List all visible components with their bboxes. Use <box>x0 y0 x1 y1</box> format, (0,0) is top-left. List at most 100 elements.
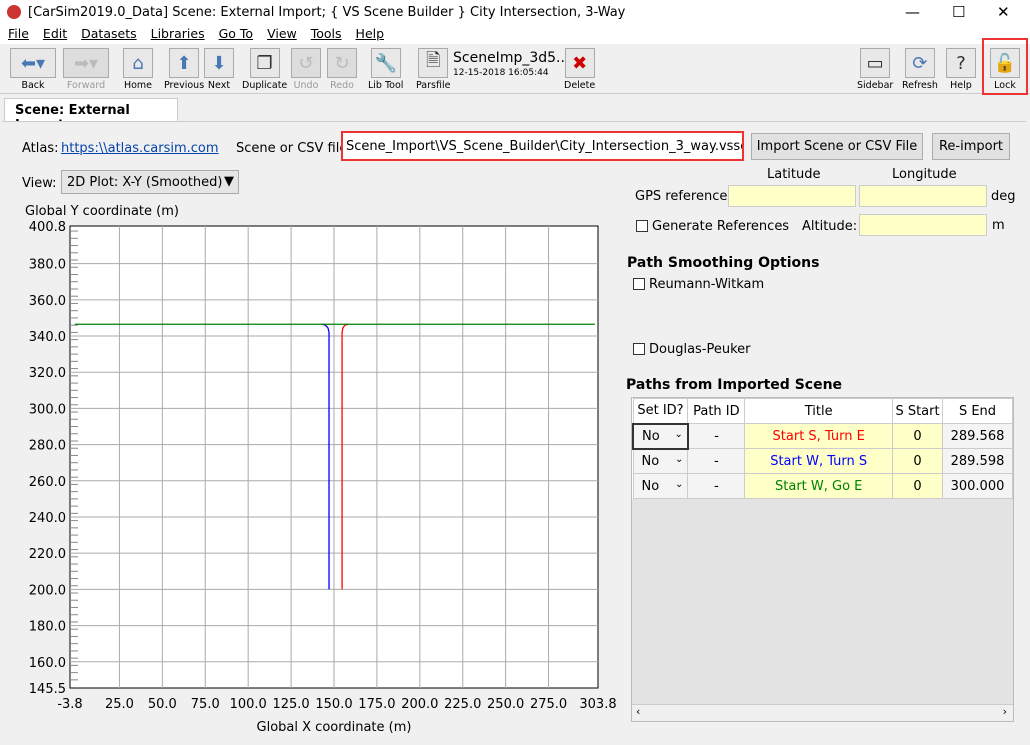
s-end: 289.568 <box>942 423 1013 449</box>
deg-unit: deg <box>991 189 1016 204</box>
table-row: No ⌄ - Start W, Go E 0 300.000 <box>632 473 1013 499</box>
help-icon: ? <box>946 48 976 78</box>
y-tick-label: 380.0 <box>29 258 66 273</box>
delete-x-icon: ✖ <box>564 48 595 78</box>
x-tick-label: 250.0 <box>487 697 524 712</box>
minimize-button[interactable]: — <box>905 3 920 21</box>
undo-icon: ↺ <box>291 48 321 78</box>
duplicate-button[interactable]: ❐ Duplicate <box>242 48 287 91</box>
lock-icon: 🔓 <box>990 48 1020 78</box>
path-title[interactable]: Start S, Turn E <box>744 423 894 449</box>
atlas-link[interactable]: https:\\atlas.carsim.com <box>61 141 219 156</box>
chevron-down-icon: ⌄ <box>675 453 684 465</box>
menu-view[interactable]: View <box>267 26 297 41</box>
previous-button[interactable]: ⬆ Previous <box>164 48 204 91</box>
lock-button[interactable]: 🔓 Lock <box>982 38 1028 95</box>
sidebar-button[interactable]: ▭ Sidebar <box>857 48 893 91</box>
col-s-start: S Start <box>892 398 943 424</box>
path-id: - <box>687 448 746 474</box>
import-scene-button[interactable]: Import Scene or CSV File <box>751 133 923 160</box>
y-tick-label: 160.0 <box>29 656 66 671</box>
y-tick-label: 400.8 <box>29 220 66 235</box>
reumann-witkam-label: Reumann-Witkam <box>649 277 765 292</box>
path-id: - <box>687 473 746 499</box>
menu-bar: File Edit Datasets Libraries Go To View Tools H… <box>0 26 1030 44</box>
s-start[interactable]: 0 <box>892 448 943 474</box>
x-axis-label: Global X coordinate (m) <box>257 720 412 735</box>
view-label: View: <box>22 176 57 191</box>
x-tick-label: 50.0 <box>148 697 177 712</box>
menu-goto[interactable]: Go To <box>219 26 253 41</box>
set-id-value: No <box>641 478 660 494</box>
menu-edit[interactable]: Edit <box>43 26 67 41</box>
back-arrow-icon: ⬅▾ <box>10 48 56 78</box>
reimport-button[interactable]: Re-import <box>932 133 1010 160</box>
close-button[interactable]: ✕ <box>997 3 1010 21</box>
menu-help[interactable]: Help <box>356 26 385 41</box>
set-id-select[interactable]: No ⌄ <box>632 448 689 474</box>
undo-button[interactable]: ↺ Undo <box>291 48 321 91</box>
home-button[interactable]: ⌂ Home <box>123 48 153 91</box>
generate-references-label: Generate References <box>652 219 790 234</box>
back-button[interactable]: ⬅▾ Back <box>10 48 56 91</box>
longitude-field[interactable] <box>859 185 987 207</box>
menu-libraries[interactable]: Libraries <box>151 26 205 41</box>
delete-button[interactable]: ✖ Delete <box>564 48 595 91</box>
y-tick-label: 240.0 <box>29 511 66 526</box>
redo-button[interactable]: ↻ Redo <box>327 48 357 91</box>
redo-icon: ↻ <box>327 48 357 78</box>
x-tick-label: 150.0 <box>315 697 352 712</box>
horizontal-scrollbar[interactable]: ‹ › <box>632 704 1013 721</box>
sidebar-icon: ▭ <box>860 48 891 78</box>
table-row: No ⌄ - Start S, Turn E 0 289.568 <box>632 422 1013 450</box>
paths-title: Paths from Imported Scene <box>626 377 843 393</box>
lib-tool-button[interactable]: 🔧 Lib Tool <box>368 48 403 91</box>
path-title[interactable]: Start W, Turn S <box>744 448 894 474</box>
col-title: Title <box>744 398 894 424</box>
path-title[interactable]: Start W, Go E <box>744 473 894 499</box>
checkbox-icon <box>633 278 645 290</box>
altitude-field[interactable] <box>859 214 987 236</box>
tab-scene-external-import[interactable]: Scene: External Import <box>4 98 178 133</box>
y-tick-label: 280.0 <box>29 439 66 454</box>
menu-tools[interactable]: Tools <box>311 26 342 41</box>
paths-grid: Set ID? Path ID Title S Start S End No ⌄ - Star… <box>631 397 1014 722</box>
y-tick-label: 200.0 <box>29 583 66 598</box>
reumann-witkam-checkbox[interactable]: Reumann-Witkam <box>633 277 764 292</box>
latitude-field[interactable] <box>728 185 856 207</box>
refresh-button[interactable]: ⟳ Refresh <box>902 48 938 91</box>
chevron-down-icon: ⌄ <box>675 478 684 490</box>
s-end: 300.000 <box>942 473 1013 499</box>
atlas-label: Atlas: <box>22 141 59 156</box>
y-tick-label: 220.0 <box>29 547 66 562</box>
s-end: 289.598 <box>942 448 1013 474</box>
duplicate-icon: ❐ <box>249 48 280 78</box>
douglas-peuker-checkbox[interactable]: Douglas-Peuker <box>633 342 751 357</box>
set-id-value: No <box>641 453 660 469</box>
set-id-select[interactable]: No ⌄ <box>632 473 689 499</box>
x-tick-label: 303.8 <box>579 697 616 712</box>
generate-references-checkbox[interactable]: Generate References <box>636 219 789 234</box>
s-start[interactable]: 0 <box>892 423 943 449</box>
s-start[interactable]: 0 <box>892 473 943 499</box>
path-id: - <box>687 423 746 449</box>
chevron-down-icon: ▼ <box>224 174 234 189</box>
scroll-left-icon[interactable]: ‹ <box>636 705 640 718</box>
app-icon <box>7 5 21 19</box>
scroll-right-icon[interactable]: › <box>1003 705 1007 718</box>
document-icon: 🗎 <box>418 48 449 78</box>
col-path-id: Path ID <box>687 398 746 424</box>
home-icon: ⌂ <box>123 48 153 78</box>
set-id-select[interactable]: No ⌄ <box>632 422 689 450</box>
xy-plot: -3.8 25.0 50.0 75.0 100.0 125.0 150.0 175.0 200.… <box>25 204 617 735</box>
menu-file[interactable]: File <box>8 26 29 41</box>
douglas-peuker-label: Douglas-Peuker <box>649 342 751 357</box>
forward-button[interactable]: ➡▾ Forward <box>63 48 109 91</box>
maximize-button[interactable]: ☐ <box>952 3 965 21</box>
next-button[interactable]: ⬇ Next <box>204 48 234 91</box>
scene-file-field[interactable]: Scene_Import\VS_Scene_Builder\City_Inter… <box>341 131 744 161</box>
menu-datasets[interactable]: Datasets <box>81 26 136 41</box>
checkbox-icon <box>633 343 645 355</box>
help-button[interactable]: ? Help <box>946 48 976 91</box>
parsfile-button[interactable]: 🗎 Parsfile <box>416 48 450 91</box>
